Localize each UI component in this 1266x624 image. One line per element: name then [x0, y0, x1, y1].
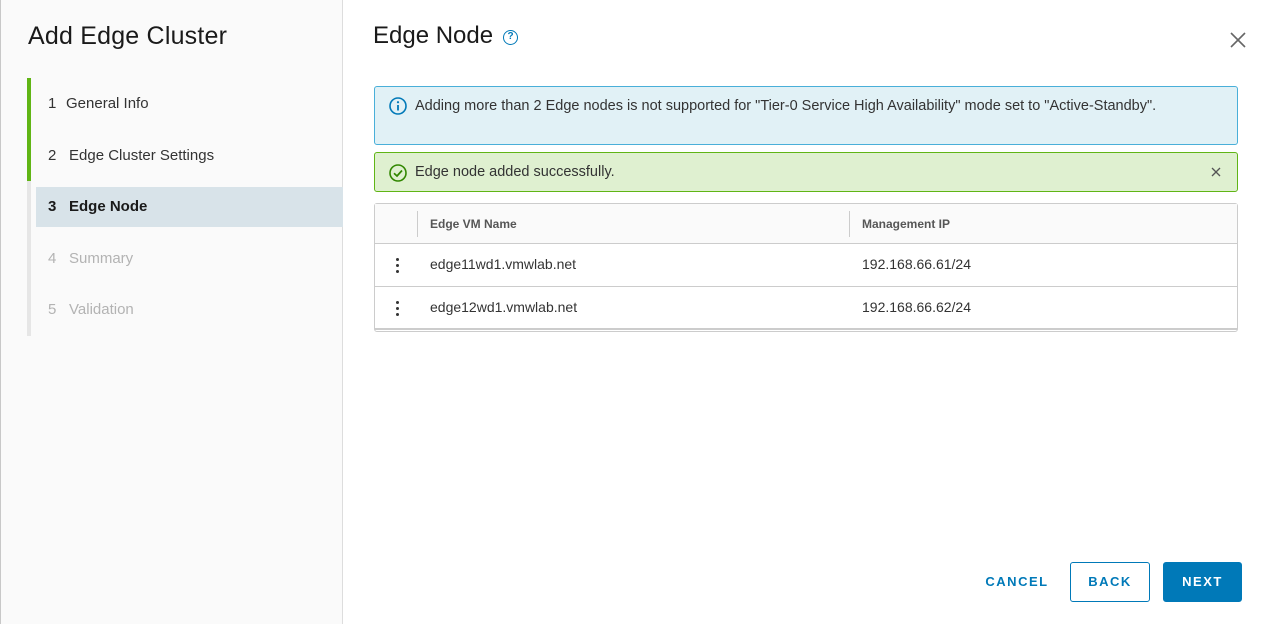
add-edge-cluster-dialog: Add Edge Cluster 1 General Info 2 Edge C…: [0, 0, 1266, 624]
column-header-management-ip[interactable]: Management IP: [862, 217, 950, 231]
cancel-button[interactable]: CANCEL: [972, 562, 1062, 602]
step-label: Validation: [69, 301, 134, 319]
step-number: 5: [48, 301, 57, 319]
table-row: edge11wd1.vmwlab.net 192.168.66.61/24: [375, 244, 1237, 287]
management-ip-cell: 192.168.66.61/24: [862, 256, 971, 272]
wizard-title: Add Edge Cluster: [28, 22, 228, 50]
help-icon[interactable]: ?: [503, 29, 519, 45]
vertical-ellipsis-icon[interactable]: [389, 299, 405, 319]
column-divider: [417, 211, 418, 237]
edge-vm-name-cell: edge12wd1.vmwlab.net: [430, 299, 578, 315]
step-number: 2: [48, 146, 57, 164]
back-button[interactable]: BACK: [1070, 562, 1150, 602]
close-icon[interactable]: [1228, 30, 1248, 50]
grid-header: Edge VM Name Management IP: [375, 204, 1237, 244]
step-edge-node[interactable]: 3 Edge Node: [27, 181, 343, 233]
step-number: 4: [48, 249, 57, 267]
edge-vm-name-cell: edge11wd1.vmwlab.net: [430, 256, 577, 272]
step-validation: 5 Validation: [27, 284, 343, 336]
step-number: 3: [48, 198, 57, 216]
info-alert: Adding more than 2 Edge nodes is not sup…: [374, 86, 1238, 145]
management-ip-cell: 192.168.66.62/24: [862, 299, 971, 315]
info-circle-icon: [389, 97, 407, 115]
info-alert-text: Adding more than 2 Edge nodes is not sup…: [415, 98, 1157, 114]
column-divider: [849, 211, 850, 237]
wizard-content: Edge Node ? Adding more than 2 Edge node…: [344, 0, 1266, 624]
step-indicator-bar: [27, 181, 31, 233]
step-indicator-bar: [27, 129, 31, 181]
step-indicator-bar: [27, 78, 31, 130]
step-summary: 4 Summary: [27, 232, 343, 284]
wizard-steps: 1 General Info 2 Edge Cluster Settings 3…: [27, 78, 343, 336]
page-title-row: Edge Node ?: [373, 22, 519, 50]
next-button[interactable]: NEXT: [1163, 562, 1242, 602]
step-label: General Info: [66, 95, 149, 113]
close-alert-icon[interactable]: [1209, 165, 1223, 179]
step-indicator-bar: [27, 232, 31, 284]
column-header-edge-vm-name[interactable]: Edge VM Name: [430, 217, 517, 231]
step-general-info[interactable]: 1 General Info: [27, 78, 343, 130]
step-label: Edge Node: [69, 198, 148, 216]
success-alert: Edge node added successfully.: [374, 152, 1238, 192]
check-circle-icon: [389, 164, 407, 182]
edge-node-grid: Edge VM Name Management IP edge11wd1.vmw…: [374, 203, 1238, 332]
step-label: Summary: [69, 249, 134, 267]
step-label: Edge Cluster Settings: [69, 146, 215, 164]
wizard-sidebar: Add Edge Cluster 1 General Info 2 Edge C…: [1, 0, 343, 624]
page-title: Edge Node: [373, 22, 494, 49]
step-indicator-bar: [27, 284, 31, 336]
step-edge-cluster-settings[interactable]: 2 Edge Cluster Settings: [27, 129, 343, 181]
table-row: edge12wd1.vmwlab.net 192.168.66.62/24: [375, 287, 1237, 330]
vertical-ellipsis-icon[interactable]: [389, 256, 405, 276]
success-alert-text: Edge node added successfully.: [415, 164, 615, 180]
step-number: 1: [48, 95, 57, 113]
